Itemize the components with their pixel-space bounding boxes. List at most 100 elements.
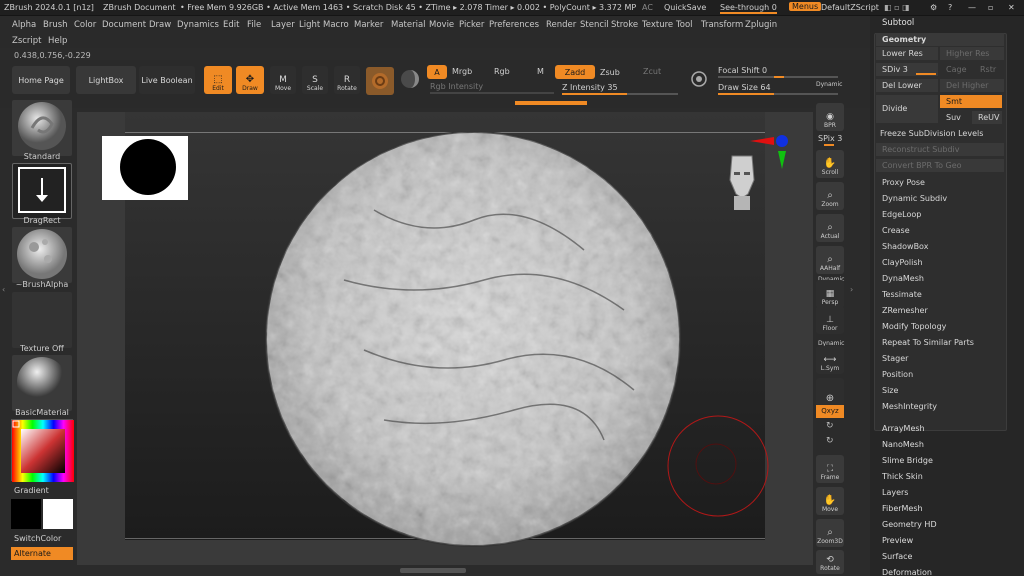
menu-item-edit[interactable]: Edit [223,20,239,30]
menu-item-dynamics[interactable]: Dynamics [177,20,219,30]
texture-thumbnail[interactable] [12,292,72,348]
material-thumbnail[interactable] [12,355,72,411]
minimize-icon[interactable]: — [968,3,976,12]
subtool-item-nanomesh[interactable]: NanoMesh [882,440,924,449]
rotate-y-icon[interactable]: ↻ [826,421,834,431]
convert-bpr-button[interactable]: Convert BPR To Geo [876,159,1004,172]
menu-item-brush[interactable]: Brush [43,20,68,30]
menu-item-help[interactable]: Help [48,36,67,46]
zcut-button[interactable]: Zcut [643,67,661,76]
zoom-button[interactable]: ⌕ Zoom [816,182,844,210]
menu-item-marker[interactable]: Marker [354,20,383,30]
floor-button[interactable]: ⊥ Floor [816,306,844,334]
geometry-item-claypolish[interactable]: ClayPolish [876,256,1004,269]
menu-item-material[interactable]: Material [391,20,426,30]
zsub-button[interactable]: Zsub [600,68,620,77]
reuv-button[interactable]: ReUV [972,111,1002,124]
sculpted-sphere[interactable] [264,130,682,548]
geometry-item-tessimate[interactable]: Tessimate [876,288,1004,301]
live-boolean-button[interactable]: Live Boolean [139,66,195,94]
subtool-item-preview[interactable]: Preview [882,536,913,545]
geometry-item-repeat-to-similar-parts[interactable]: Repeat To Similar Parts [876,336,1004,349]
geometry-item-size[interactable]: Size [876,384,1004,397]
menus-button[interactable]: Menus [789,2,822,11]
color-sphere-icon[interactable] [400,69,420,89]
menu-item-zplugin[interactable]: Zplugin [745,20,777,30]
menu-item-draw[interactable]: Draw [149,20,171,30]
alpha-thumbnail[interactable] [12,227,72,283]
secondary-color-swatch[interactable] [43,499,73,529]
geometry-item-dynamesh[interactable]: DynaMesh [876,272,1004,285]
lock-button[interactable]: ⊕ [816,378,844,406]
bpr-button[interactable]: ◉ BPR [816,103,844,131]
lower-res-button[interactable]: Lower Res [876,47,938,60]
spix-slider[interactable]: SPix 3 [818,134,842,143]
mrgb-button[interactable]: Mrgb [452,67,472,76]
higher-res-button[interactable]: Higher Res [940,47,1004,60]
color-picker[interactable] [11,419,74,482]
geometry-item-modify-topology[interactable]: Modify Topology [876,320,1004,333]
settings-icon[interactable]: ⚙ [930,3,937,12]
draw-button[interactable]: ✥ Draw [236,66,264,94]
geometry-item-meshintegrity[interactable]: MeshIntegrity [876,400,1004,413]
rgb-button[interactable]: Rgb [494,67,510,76]
edit-button[interactable]: ⬚ Edit [204,66,232,94]
menu-item-layer[interactable]: Layer [271,20,295,30]
zadd-button[interactable]: Zadd [555,65,595,79]
help-icon[interactable]: ? [948,3,952,12]
z-intensity-slider[interactable]: Z Intensity 35 [562,83,618,92]
menu-item-light[interactable]: Light [299,20,320,30]
rstr-button[interactable]: Rstr [974,63,1004,76]
alternate-button[interactable]: Alternate [11,547,73,560]
switch-color-button[interactable]: SwitchColor [14,534,61,543]
m-button[interactable]: M [537,67,544,76]
see-through-slider[interactable]: See-through 0 [720,3,777,14]
geometry-item-edgeloop[interactable]: EdgeLoop [876,208,1004,221]
suv-button[interactable]: Suv [940,111,970,124]
menu-item-picker[interactable]: Picker [459,20,484,30]
del-higher-button[interactable]: Del Higher [940,79,1004,92]
subtool-item-layers[interactable]: Layers [882,488,908,497]
stroke-thumbnail[interactable] [12,163,72,219]
geometry-item-stager[interactable]: Stager [876,352,1004,365]
geometry-item-zremesher[interactable]: ZRemesher [876,304,1004,317]
subtool-item-deformation[interactable]: Deformation [882,568,932,576]
menu-item-texture[interactable]: Texture [642,20,673,30]
smt-button[interactable]: Smt [940,95,1002,108]
subtool-header[interactable]: Subtool [882,18,914,28]
default-zscript-button[interactable]: DefaultZScript [821,3,879,12]
focal-shift-icon[interactable] [690,70,708,88]
rotate-view-button[interactable]: ⟲ Rotate [816,550,844,574]
rotate-button[interactable]: R Rotate [334,66,360,94]
subtool-item-fibermesh[interactable]: FiberMesh [882,504,923,513]
menu-item-render[interactable]: Render [546,20,576,30]
rotate-z-icon[interactable]: ↻ [826,436,834,446]
draw-size-slider[interactable]: Draw Size 64 [718,83,771,92]
subtool-item-slime-bridge[interactable]: Slime Bridge [882,456,933,465]
quicksave-button[interactable]: QuickSave [664,3,706,12]
menu-item-stroke[interactable]: Stroke [611,20,638,30]
geometry-item-proxy-pose[interactable]: Proxy Pose [876,176,1004,189]
move-view-button[interactable]: ✋ Move [816,487,844,515]
menu-item-stencil[interactable]: Stencil [580,20,609,30]
scale-button[interactable]: S Scale [302,66,328,94]
gradient-label[interactable]: Gradient [14,486,49,495]
persp-button[interactable]: ▦ Persp [816,280,844,308]
xyz-button[interactable]: Qxyz [816,405,844,418]
dynamic-label[interactable]: Dynamic [816,81,842,88]
menu-item-zscript[interactable]: Zscript [12,36,42,46]
geometry-item-crease[interactable]: Crease [876,224,1004,237]
material-swatch-icon[interactable] [366,67,394,95]
lsym-button[interactable]: ⟷ L.Sym [816,346,844,374]
subtool-item-geometry-hd[interactable]: Geometry HD [882,520,937,529]
geometry-item-dynamic-subdiv[interactable]: Dynamic Subdiv [876,192,1004,205]
del-lower-button[interactable]: Del Lower [876,79,938,92]
lightbox-button[interactable]: LightBox [76,66,136,94]
cage-button[interactable]: Cage [940,63,972,76]
ac-label[interactable]: AC [642,3,653,12]
menu-item-preferences[interactable]: Preferences [489,20,539,30]
geometry-item-shadowbox[interactable]: ShadowBox [876,240,1004,253]
geometry-header[interactable]: Geometry [876,33,1004,46]
primary-color-swatch[interactable] [11,499,41,529]
menu-item-tool[interactable]: Tool [676,20,693,30]
